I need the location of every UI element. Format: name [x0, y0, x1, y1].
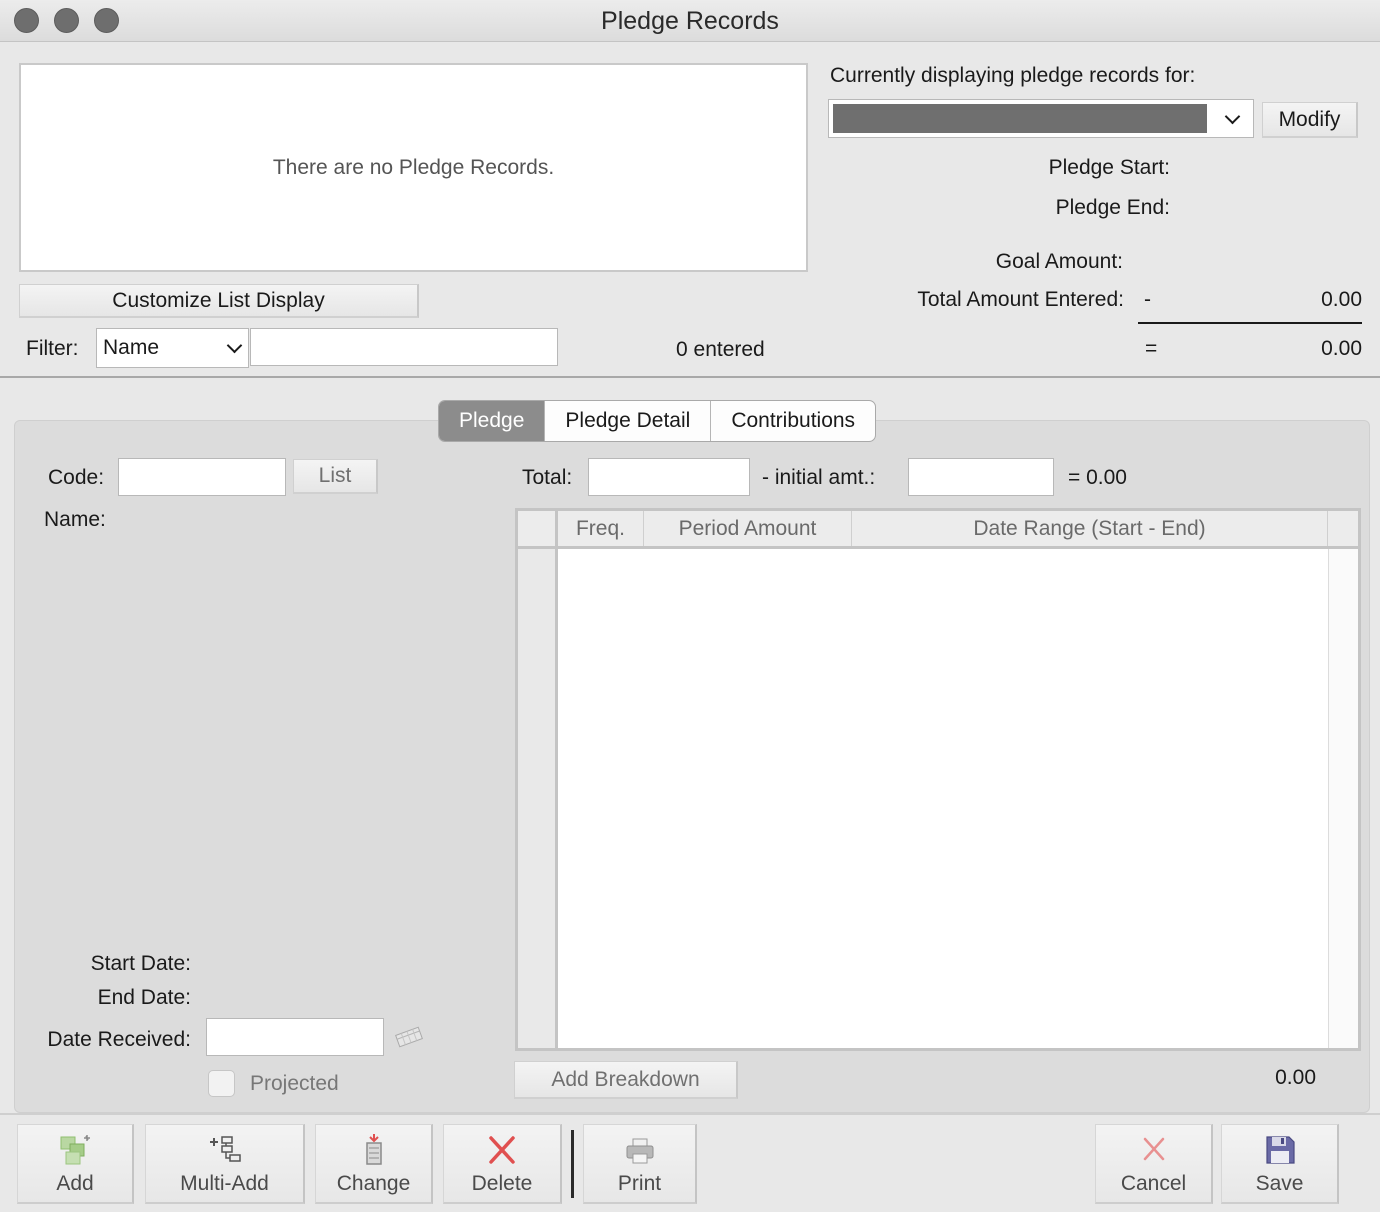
- goal-amount-label: Goal Amount:: [995, 250, 1123, 273]
- add-icon: [60, 1135, 90, 1165]
- name-label: Name:: [44, 508, 106, 531]
- row-header-column: [518, 549, 558, 1048]
- total-input[interactable]: [588, 458, 750, 496]
- minus-sign: -: [1144, 288, 1151, 311]
- tab-pledge[interactable]: Pledge: [439, 401, 546, 441]
- chevron-down-icon: [226, 337, 243, 353]
- add-breakdown-button[interactable]: Add Breakdown: [514, 1061, 738, 1099]
- modify-button[interactable]: Modify: [1262, 102, 1358, 138]
- code-input[interactable]: [118, 458, 286, 496]
- cancel-icon: [1143, 1137, 1164, 1161]
- change-icon: [365, 1134, 382, 1165]
- delete-button[interactable]: Delete: [443, 1124, 562, 1204]
- total-label: Total:: [522, 466, 573, 489]
- filter-label: Filter:: [26, 337, 79, 360]
- customize-list-display-button[interactable]: Customize List Display: [19, 284, 419, 318]
- total-amount-entered-label: Total Amount Entered:: [917, 288, 1124, 311]
- projected-checkbox[interactable]: [208, 1070, 235, 1097]
- list-button-label: List: [318, 464, 352, 487]
- end-date-label: End Date:: [97, 986, 191, 1009]
- empty-list-message: There are no Pledge Records.: [272, 155, 555, 179]
- displaying-for-label: Currently displaying pledge records for:: [830, 64, 1196, 87]
- change-label: Change: [336, 1172, 411, 1195]
- cancel-label: Cancel: [1120, 1172, 1187, 1195]
- entered-count: 0 entered: [676, 338, 765, 361]
- toolbar-separator: [0, 1113, 1380, 1115]
- initial-amount-input[interactable]: [908, 458, 1054, 496]
- equals-sign: =: [1145, 337, 1158, 360]
- grid-scrollbar[interactable]: [1328, 549, 1358, 1048]
- pledge-records-list[interactable]: There are no Pledge Records.: [19, 63, 808, 272]
- toolbar-divider: [571, 1130, 574, 1198]
- column-header-date-range[interactable]: Date Range (Start - End): [852, 511, 1328, 546]
- pledge-account-selected: [833, 104, 1207, 133]
- tab-bar: Pledge Pledge Detail Contributions: [438, 400, 877, 442]
- multi-add-button[interactable]: Multi-Add: [145, 1124, 305, 1204]
- print-label: Print: [617, 1172, 662, 1195]
- pledge-start-label: Pledge Start:: [1048, 156, 1170, 179]
- pledge-end-label: Pledge End:: [1055, 196, 1170, 219]
- difference-value: 0.00: [1321, 337, 1362, 360]
- breakdown-grid[interactable]: Freq. Period Amount Date Range (Start - …: [515, 508, 1361, 1051]
- column-header-freq[interactable]: Freq.: [558, 511, 644, 546]
- filter-field-value: Name: [103, 336, 160, 359]
- total-amount-entered-value: 0.00: [1321, 288, 1362, 311]
- add-breakdown-label: Add Breakdown: [551, 1067, 700, 1091]
- print-button[interactable]: Print: [583, 1124, 697, 1204]
- save-icon: [1265, 1136, 1295, 1164]
- multi-add-label: Multi-Add: [180, 1172, 269, 1195]
- delete-icon: [489, 1136, 515, 1164]
- print-icon: [626, 1138, 653, 1164]
- list-button[interactable]: List: [293, 459, 378, 494]
- calendar-icon[interactable]: [394, 1026, 424, 1054]
- grid-header: Freq. Period Amount Date Range (Start - …: [518, 511, 1358, 549]
- delete-label: Delete: [471, 1172, 533, 1195]
- date-received-input[interactable]: [206, 1018, 384, 1056]
- save-button[interactable]: Save: [1221, 1124, 1339, 1204]
- change-button[interactable]: Change: [315, 1124, 433, 1204]
- sum-underline: [1138, 322, 1362, 324]
- net-result: = 0.00: [1068, 466, 1127, 489]
- filter-field-select[interactable]: Name: [96, 328, 249, 368]
- add-button[interactable]: Add: [17, 1124, 134, 1204]
- breakdown-total: 0.00: [1275, 1066, 1316, 1089]
- projected-label: Projected: [250, 1072, 339, 1095]
- filter-input[interactable]: [250, 328, 558, 366]
- title-bar: Pledge Records: [0, 0, 1380, 42]
- modify-label: Modify: [1278, 107, 1341, 131]
- chevron-down-icon: [1224, 108, 1241, 125]
- customize-list-display-label: Customize List Display: [112, 288, 325, 312]
- initial-amount-label: - initial amt.:: [762, 466, 876, 489]
- pledge-account-select[interactable]: [828, 99, 1254, 138]
- date-received-label: Date Received:: [47, 1028, 191, 1051]
- add-label: Add: [56, 1172, 94, 1195]
- cancel-button[interactable]: Cancel: [1095, 1124, 1213, 1204]
- section-divider: [0, 376, 1380, 378]
- start-date-label: Start Date:: [90, 952, 191, 975]
- tab-contributions[interactable]: Contributions: [711, 401, 875, 441]
- column-header-filler: [1328, 511, 1358, 546]
- window-title: Pledge Records: [601, 7, 779, 35]
- tab-pledge-detail[interactable]: Pledge Detail: [545, 401, 712, 441]
- save-label: Save: [1255, 1172, 1304, 1195]
- column-header-period-amount[interactable]: Period Amount: [644, 511, 852, 546]
- code-label: Code:: [48, 466, 105, 489]
- multi-add-icon: [209, 1136, 241, 1162]
- row-header-corner: [518, 511, 558, 546]
